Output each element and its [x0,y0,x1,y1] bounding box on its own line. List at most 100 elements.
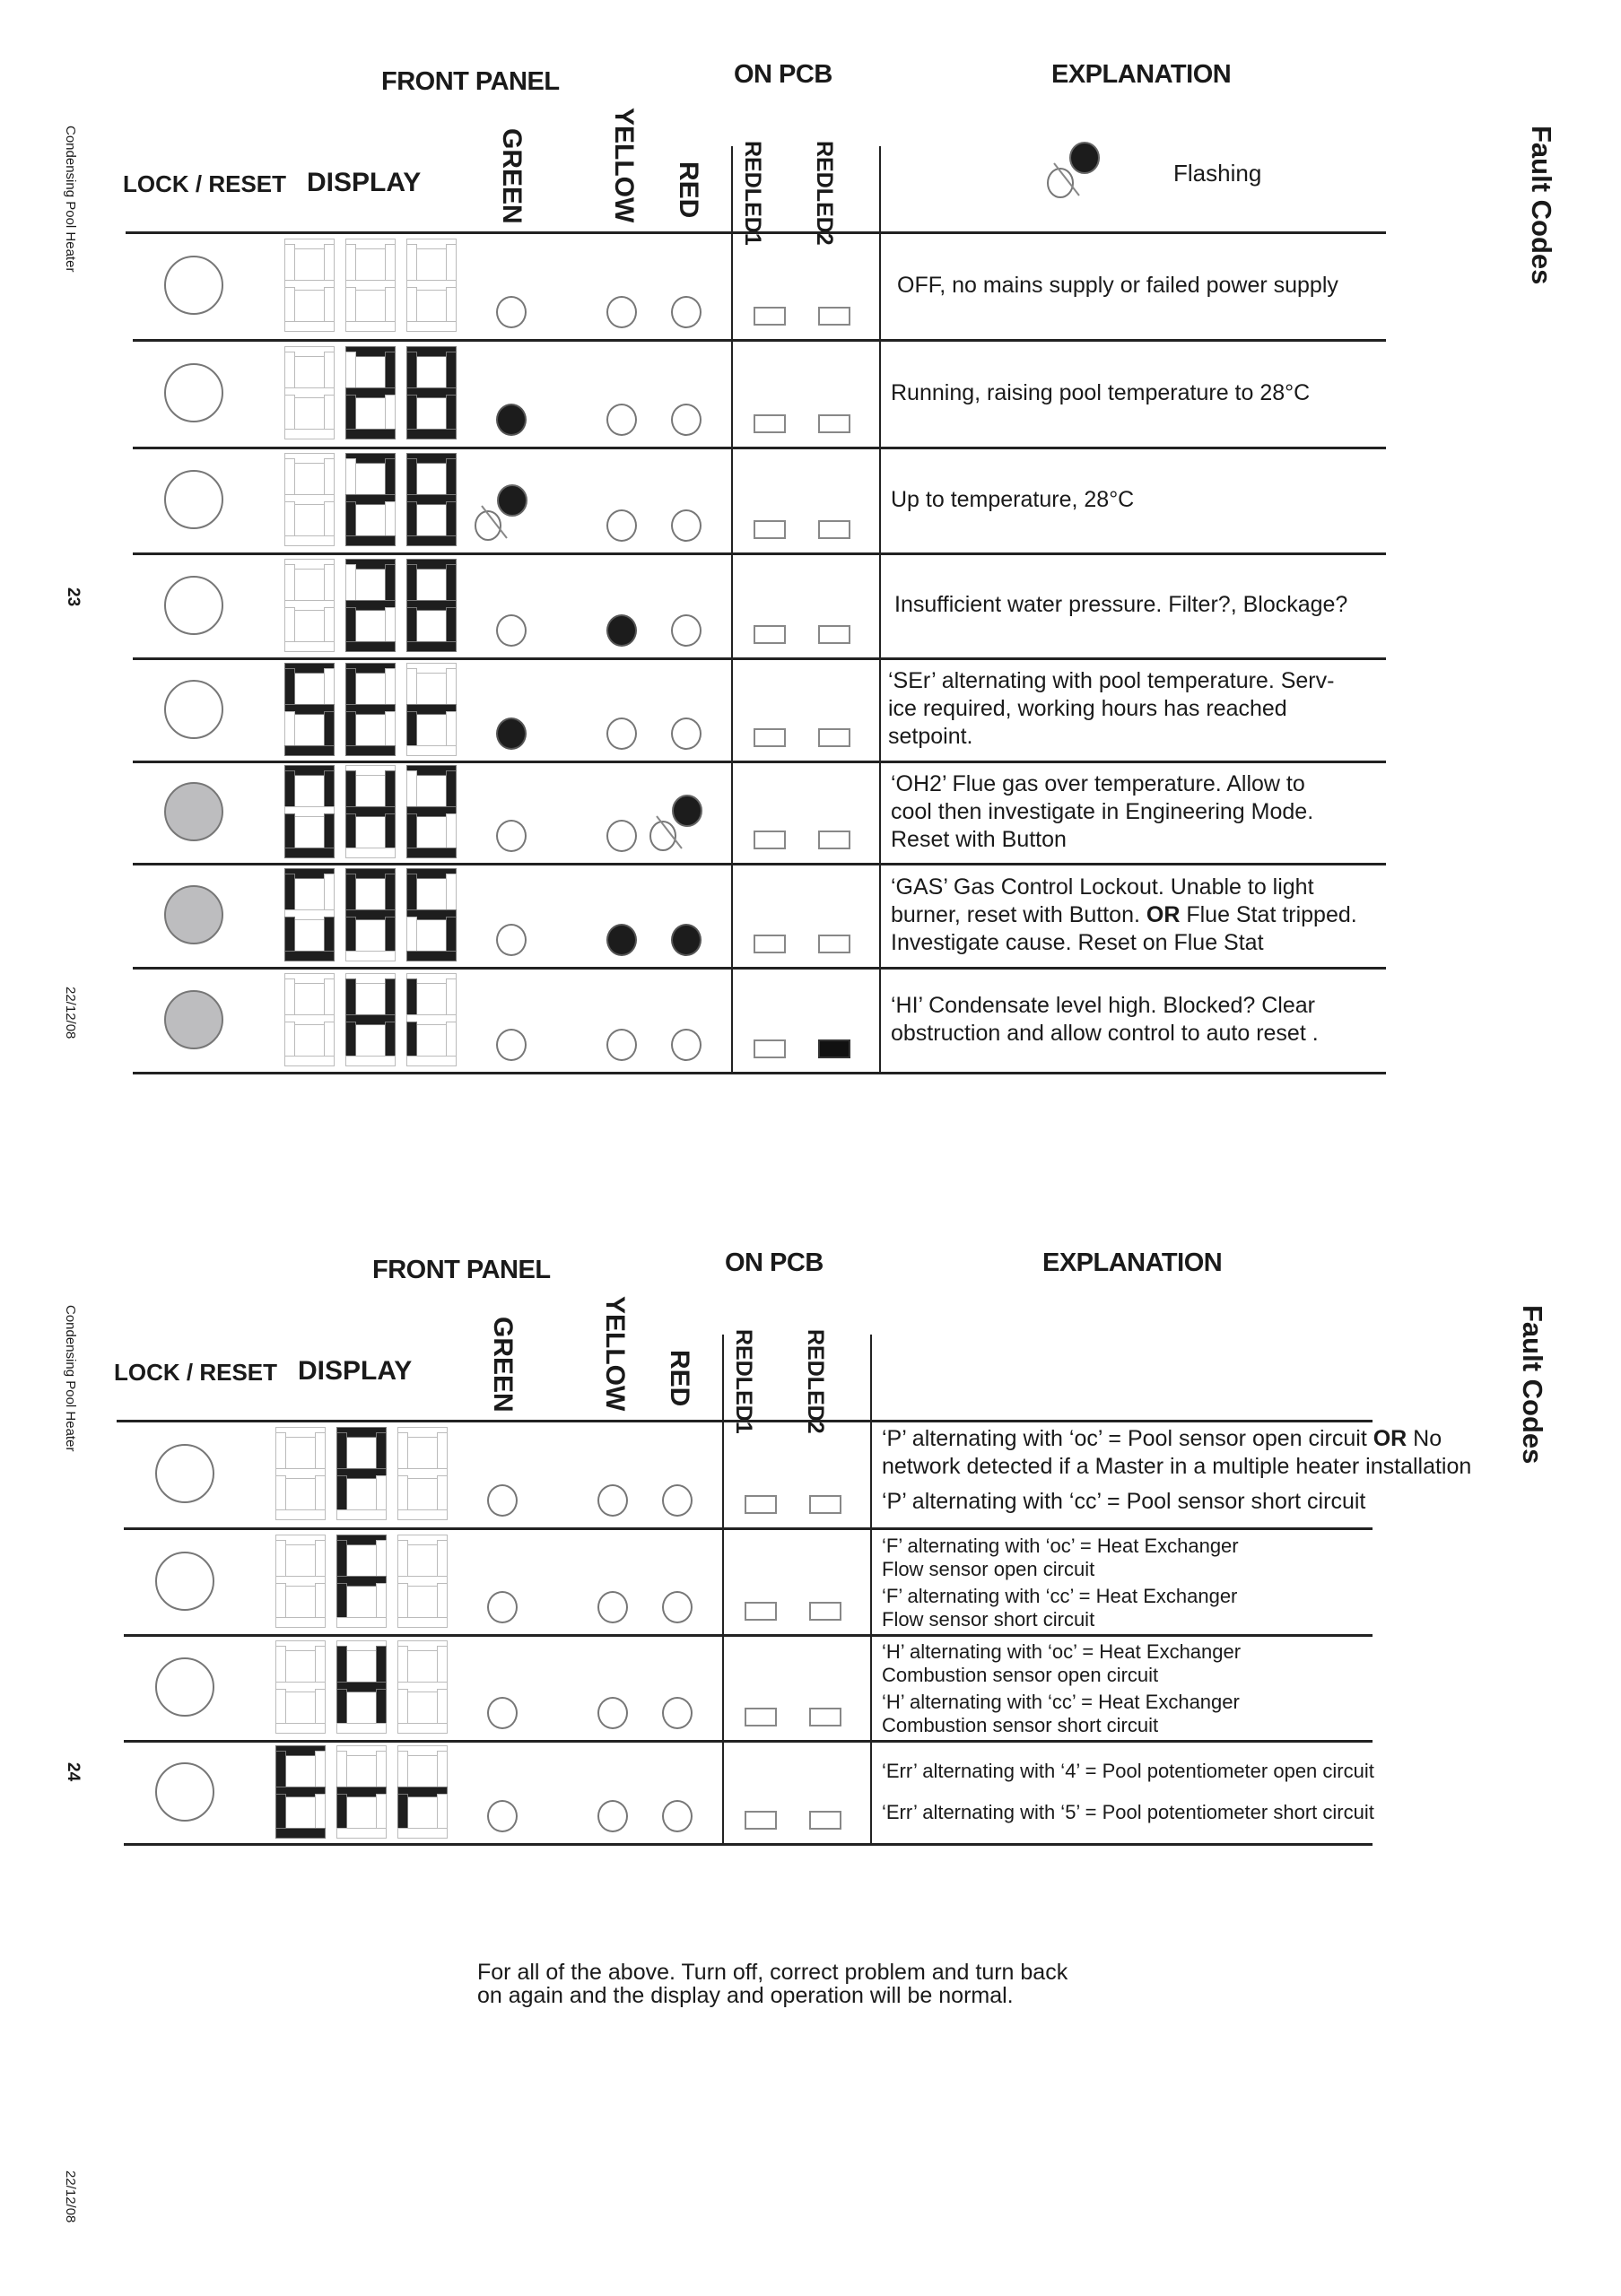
red-led [662,1697,693,1729]
display-segment [345,429,396,439]
red-led [671,614,702,647]
pcb-red-led1 [745,1602,777,1621]
explanation-text: ‘HI’ Condensate level high. Blocked? Cle… [891,992,1319,1048]
display-segment [324,244,335,283]
lock-reset-button[interactable] [164,989,223,1049]
explanation-line: ice required, working hours has reached [888,696,1287,721]
display-digit [406,662,457,756]
green-led [496,718,527,750]
lock-reset-button[interactable] [164,470,223,529]
explanation-line: ‘SEr’ alternating with pool temperature.… [888,668,1335,693]
explanation-line: setpoint. [888,724,973,749]
row-divider [133,761,1386,763]
display-segment [406,874,417,913]
display-segment [345,352,356,391]
led1-label-b: LED1 [730,1376,756,1434]
footer-line: For all of the above. Turn off, correct … [477,1960,1068,1985]
lock-reset-button[interactable] [164,885,223,944]
display-digit [284,765,335,858]
explanation-text: ‘H’ alternating with ‘oc’ = Heat Exchang… [882,1640,1241,1737]
pcb-red-led1 [754,520,786,539]
explanation-text: OFF, no mains supply or failed power sup… [897,272,1338,300]
display-segment [446,978,457,1018]
display-segment [376,1750,387,1790]
pcb-red-led1 [754,625,786,644]
display-digit [284,346,335,439]
display-segment [345,321,396,332]
explanation-line: ‘Err’ alternating with ‘4’ = Pool potent… [882,1759,1374,1782]
display-digit [406,453,457,546]
on-pcb-header: ON PCB [725,1248,824,1277]
display-segment [397,1509,448,1520]
led2-label-b: LED2 [802,1376,828,1434]
display-segment [284,321,335,332]
red-led [671,509,702,542]
display-segment [284,1055,335,1066]
display-segment [275,1827,326,1839]
display-segment [437,1750,448,1790]
display-segment [284,978,295,1018]
yellow-led [606,718,637,750]
display-segment [315,1539,326,1579]
lock-reset-button[interactable] [164,575,223,635]
row-divider [133,447,1386,449]
row-divider [133,863,1386,865]
lock-reset-button[interactable] [155,1657,214,1717]
pcb-column-divider-left [731,146,733,1072]
display-segment [324,770,335,810]
row-divider [133,1072,1386,1074]
display-segment [345,951,396,961]
red-led [671,718,702,750]
explanation-line: Flow sensor open circuit [882,1557,1095,1580]
display-segment [406,848,457,858]
lock-reset-button[interactable] [164,363,223,422]
pcb-red-led1 [754,307,786,326]
product-name-label: Condensing Pool Heater [63,126,78,273]
display-digit [275,1640,326,1734]
display-segment [284,535,335,546]
pcb-column-divider-right [870,1335,872,1843]
yellow-led [597,1591,628,1623]
led1-label-a: RED [739,141,765,188]
display-segment [406,429,457,439]
display-segment [345,874,356,913]
lock-reset-button[interactable] [164,679,223,739]
display-segment [336,1750,347,1790]
display-digit [284,558,335,652]
led1-label-b: LED1 [739,187,765,246]
display-digit [397,1534,448,1628]
display-segment [397,1646,408,1685]
date-label: 22/12/08 [63,987,78,1039]
green-column-header: GREEN [497,128,527,224]
pcb-red-led2 [809,1602,841,1621]
footer-note: For all of the above. Turn off, correct … [477,1961,1068,2007]
display-header: DISPLAY [298,1356,413,1386]
green-led [496,404,527,436]
lock-reset-button[interactable] [155,1551,214,1611]
display-digit [406,558,457,652]
display-segment [406,770,417,810]
display-segment [275,1539,286,1579]
green-led [473,484,527,541]
row-divider [124,1843,1373,1846]
display-segment [406,535,457,546]
lock-reset-button[interactable] [164,782,223,841]
display-digit [397,1427,448,1520]
green-column-header: GREEN [488,1317,518,1413]
green-led [487,1591,518,1623]
display-segment [284,667,295,708]
display-segment [336,1827,387,1839]
lock-reset-button[interactable] [155,1761,214,1822]
lock-reset-button[interactable] [155,1444,214,1503]
display-digit [345,972,396,1066]
display-segment [385,458,396,498]
explanation-line: ‘HI’ Condensate level high. Blocked? Cle… [891,992,1315,1018]
led2-label-b: LED2 [811,187,837,246]
display-digit [284,662,335,756]
display-digit [345,558,396,652]
explanation-line: Investigate cause. Reset on Flue Stat [891,929,1264,955]
lock-reset-button[interactable] [164,256,223,315]
explanation-text: Up to temperature, 28°C [891,486,1134,514]
display-segment [397,1723,448,1734]
display-segment [284,770,295,810]
